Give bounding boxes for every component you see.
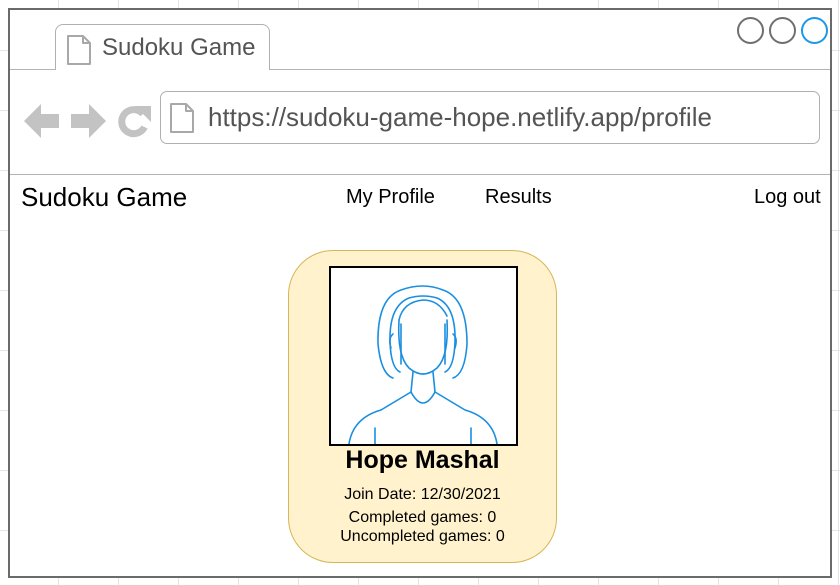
app-brand[interactable]: Sudoku Game: [21, 182, 187, 213]
toolbar-divider: [10, 174, 830, 175]
close-button[interactable]: [801, 17, 828, 44]
address-bar[interactable]: https://sudoku-game-hope.netlify.app/pro…: [160, 91, 820, 144]
uncompleted-games: Uncompleted games: 0: [340, 528, 505, 545]
back-arrow-icon[interactable]: [24, 104, 60, 143]
profile-card: Hope Mashal Join Date: 12/30/2021 Comple…: [288, 250, 557, 563]
reload-icon[interactable]: [116, 104, 152, 143]
browser-window: Sudoku Game https://sudoku-game-hope.net…: [8, 8, 832, 578]
tab-title: Sudoku Game: [102, 34, 256, 61]
minimize-button[interactable]: [737, 17, 764, 44]
page-icon: [169, 103, 195, 138]
forward-arrow-icon[interactable]: [70, 104, 106, 143]
nav-link-results[interactable]: Results: [485, 186, 552, 209]
female-user-avatar-icon: [348, 285, 498, 444]
nav-link-my-profile[interactable]: My Profile: [346, 186, 435, 209]
completed-games: Completed games: 0: [348, 509, 497, 526]
browser-tab[interactable]: Sudoku Game: [55, 24, 270, 70]
avatar: [329, 266, 518, 446]
maximize-button[interactable]: [769, 17, 796, 44]
url-text: https://sudoku-game-hope.netlify.app/pro…: [208, 102, 712, 132]
profile-name: Hope Mashal: [345, 446, 500, 474]
join-date: Join Date: 12/30/2021: [344, 486, 501, 503]
window-controls: [737, 17, 828, 44]
log-out-link[interactable]: Log out: [754, 186, 821, 209]
page-icon: [66, 35, 92, 70]
